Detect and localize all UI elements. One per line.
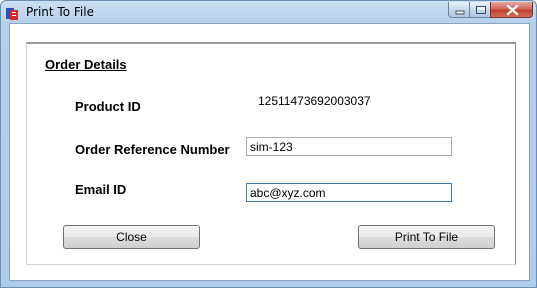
printer-icon xyxy=(6,5,19,20)
product-id-label: Product ID xyxy=(75,99,141,114)
email-label: Email ID xyxy=(75,182,127,197)
maximize-button[interactable] xyxy=(469,2,491,18)
close-button[interactable]: Close xyxy=(63,225,200,249)
section-title: Order Details xyxy=(45,57,127,72)
print-to-file-button[interactable]: Print To File xyxy=(358,225,495,249)
order-reference-label: Order Reference Number xyxy=(75,142,230,157)
email-input[interactable] xyxy=(246,183,452,202)
dialog-body: Order Details Product ID 125114736920030… xyxy=(9,23,530,281)
minimize-button[interactable] xyxy=(448,2,470,18)
minimize-icon xyxy=(455,10,465,15)
product-id-value: 12511473692003037 xyxy=(258,94,371,108)
maximize-icon xyxy=(476,6,486,14)
window-title: Print To File xyxy=(26,5,94,19)
close-window-button[interactable] xyxy=(490,2,533,18)
order-reference-input[interactable] xyxy=(246,137,452,156)
close-icon xyxy=(506,4,519,16)
print-to-file-window: Print To File Order Details Product ID 1… xyxy=(0,0,537,288)
title-bar[interactable]: Print To File xyxy=(1,1,536,23)
